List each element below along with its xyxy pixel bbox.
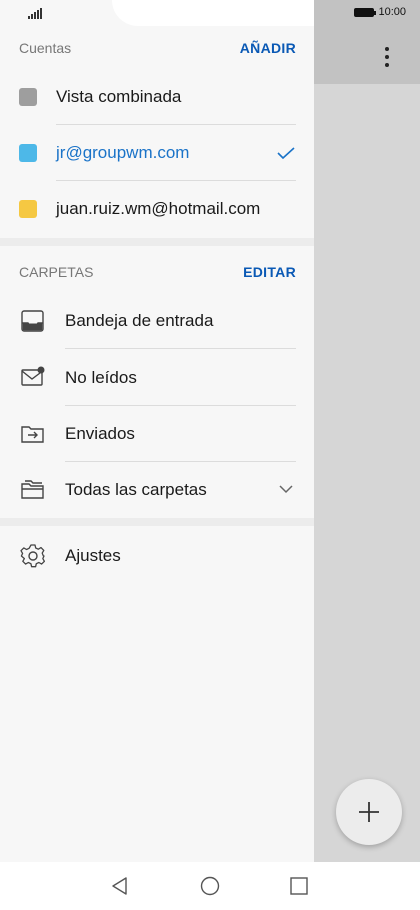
inbox-icon (21, 310, 44, 332)
folder-item-unread[interactable]: No leídos (0, 350, 314, 406)
unread-mail-icon (21, 366, 45, 386)
folder-item-sent[interactable]: Enviados (0, 406, 314, 462)
checkmark-icon (277, 147, 295, 160)
folders-header: CARPETAS EDITAR (19, 264, 296, 280)
chevron-down-icon[interactable] (278, 483, 294, 495)
account-item-combined[interactable]: Vista combinada (0, 69, 314, 125)
status-notch (112, 0, 314, 26)
more-options-icon[interactable] (372, 40, 402, 74)
plus-icon (359, 802, 379, 822)
account-label: juan.ruiz.wm@hotmail.com (56, 199, 261, 218)
folder-label: Bandeja de entrada (65, 311, 214, 330)
settings-label: Ajustes (65, 546, 121, 565)
status-bar-right: 10:00 (354, 6, 406, 18)
account-label: jr@groupwm.com (56, 143, 190, 162)
back-icon[interactable] (109, 875, 131, 897)
folder-label: Todas las carpetas (65, 480, 207, 499)
gear-icon (20, 544, 46, 568)
account-color-swatch (19, 144, 37, 162)
add-account-button[interactable]: AÑADIR (240, 40, 296, 56)
settings-item[interactable]: Ajustes (0, 528, 314, 584)
accounts-header: Cuentas AÑADIR (19, 40, 296, 56)
section-separator (0, 238, 314, 246)
account-item-groupwm[interactable]: jr@groupwm.com (0, 125, 314, 181)
battery-icon (354, 7, 377, 17)
system-navigation-bar (0, 862, 420, 910)
divider (65, 348, 296, 349)
folder-item-all[interactable]: Todas las carpetas (0, 462, 314, 518)
navigation-drawer: Cuentas AÑADIR Vista combinada jr@groupw… (0, 0, 314, 862)
all-folders-icon (21, 480, 44, 499)
folders-title: CARPETAS (19, 264, 94, 280)
compose-button[interactable] (336, 779, 402, 845)
folder-label: Enviados (65, 424, 135, 443)
home-icon[interactable] (199, 875, 221, 897)
account-item-hotmail[interactable]: juan.ruiz.wm@hotmail.com (0, 181, 314, 237)
edit-folders-button[interactable]: EDITAR (243, 264, 296, 280)
account-label: Vista combinada (56, 87, 182, 106)
sent-folder-icon (21, 426, 44, 443)
folder-item-inbox[interactable]: Bandeja de entrada (0, 293, 314, 349)
section-separator (0, 518, 314, 526)
account-color-swatch (19, 88, 37, 106)
accounts-title: Cuentas (19, 40, 72, 56)
account-color-swatch (19, 200, 37, 218)
signal-icon (28, 8, 42, 19)
recents-icon[interactable] (288, 875, 310, 897)
folder-label: No leídos (65, 368, 137, 387)
status-time: 10:00 (378, 6, 406, 18)
